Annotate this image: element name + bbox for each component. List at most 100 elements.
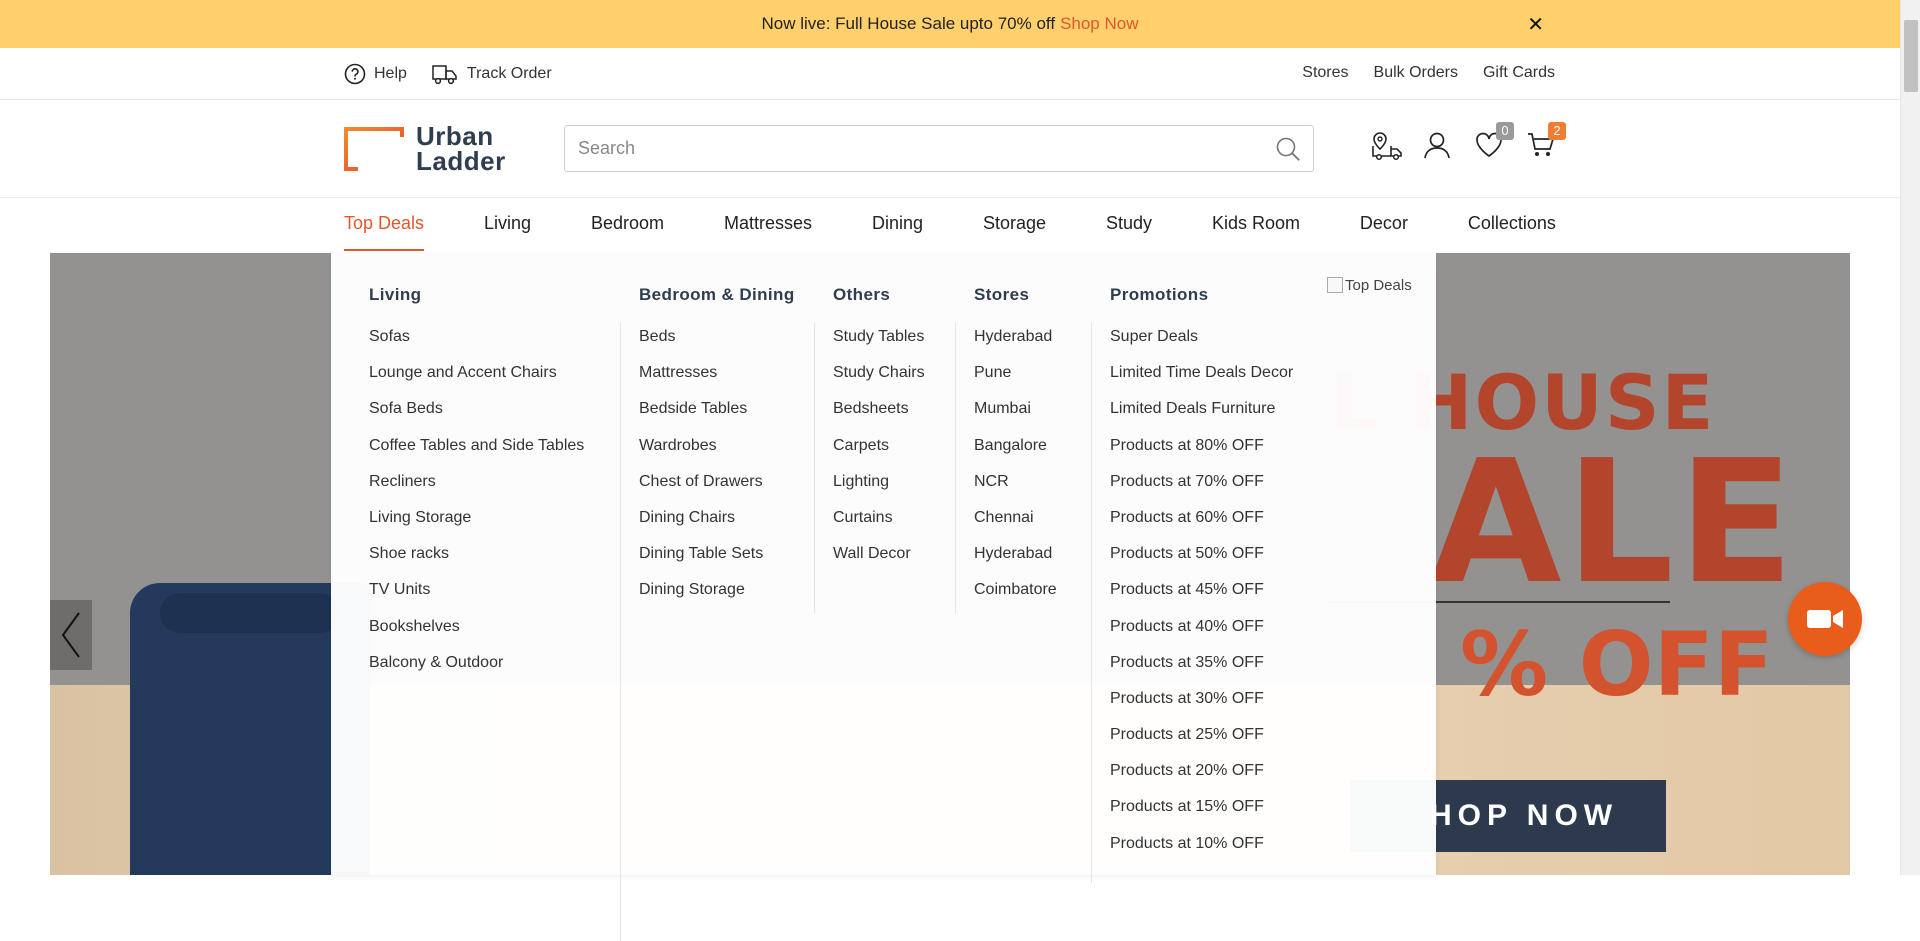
menu-item[interactable]: Living Storage	[369, 500, 584, 536]
wishlist-button[interactable]: 0	[1474, 122, 1514, 162]
menu-item[interactable]: Wall Decor	[833, 536, 925, 572]
search-box	[564, 125, 1314, 172]
search-input[interactable]	[565, 126, 1245, 171]
menu-item[interactable]: Beds	[639, 319, 763, 355]
nav-storage[interactable]: Storage	[983, 198, 1046, 251]
menu-item[interactable]: Limited Deals Furniture	[1110, 391, 1293, 427]
menu-divider	[955, 323, 956, 613]
menu-item[interactable]: Products at 45% OFF	[1110, 572, 1293, 608]
store-locator-button[interactable]	[1370, 130, 1402, 162]
cart-button[interactable]: 2	[1526, 122, 1566, 162]
menu-item[interactable]: Coffee Tables and Side Tables	[369, 428, 584, 464]
menu-item[interactable]: Hyderabad	[974, 319, 1057, 355]
menu-item[interactable]: Carpets	[833, 428, 925, 464]
gift-cards-link[interactable]: Gift Cards	[1483, 64, 1555, 82]
menu-item[interactable]: Super Deals	[1110, 319, 1293, 355]
menu-item[interactable]: Products at 30% OFF	[1110, 681, 1293, 717]
menu-item[interactable]: Bangalore	[974, 428, 1057, 464]
menu-item[interactable]: Products at 15% OFF	[1110, 789, 1293, 825]
help-circle-icon	[344, 63, 366, 85]
menu-heading-bedroom-dining[interactable]: Bedroom & Dining	[639, 285, 795, 305]
menu-item[interactable]: Products at 35% OFF	[1110, 645, 1293, 681]
wishlist-count-badge: 0	[1496, 122, 1514, 140]
menu-item[interactable]: Bookshelves	[369, 609, 584, 645]
nav-decor[interactable]: Decor	[1360, 198, 1408, 251]
help-label: Help	[374, 65, 407, 82]
track-order-link[interactable]: Track Order	[431, 62, 552, 86]
stores-link[interactable]: Stores	[1302, 64, 1348, 82]
menu-item[interactable]: Products at 70% OFF	[1110, 464, 1293, 500]
menu-item[interactable]: Products at 60% OFF	[1110, 500, 1293, 536]
menu-item[interactable]: Pune	[974, 355, 1057, 391]
menu-item[interactable]: Study Chairs	[833, 355, 925, 391]
menu-item[interactable]: Products at 10% OFF	[1110, 826, 1293, 862]
banner-headline-2: ALE	[1430, 424, 1799, 622]
menu-item[interactable]: Products at 80% OFF	[1110, 428, 1293, 464]
menu-item[interactable]: Mattresses	[639, 355, 763, 391]
banner-discount: % OFF	[1460, 613, 1774, 716]
scrollbar-thumb[interactable]	[1904, 20, 1918, 92]
menu-item[interactable]: Bedsheets	[833, 391, 925, 427]
cart-count-badge: 2	[1548, 122, 1566, 140]
menu-item[interactable]: Chest of Drawers	[639, 464, 763, 500]
promo-bar: Now live: Full House Sale upto 70% off S…	[0, 0, 1900, 48]
menu-item[interactable]: Lounge and Accent Chairs	[369, 355, 584, 391]
menu-item[interactable]: Curtains	[833, 500, 925, 536]
menu-item[interactable]: Lighting	[833, 464, 925, 500]
logo-line-2: Ladder	[416, 146, 506, 176]
menu-item[interactable]: Dining Chairs	[639, 500, 763, 536]
menu-item[interactable]: Products at 20% OFF	[1110, 753, 1293, 789]
menu-item[interactable]: Products at 50% OFF	[1110, 536, 1293, 572]
menu-heading-living[interactable]: Living	[369, 285, 421, 305]
carousel-prev-button[interactable]	[50, 600, 92, 670]
menu-item[interactable]: Study Tables	[833, 319, 925, 355]
menu-item[interactable]: NCR	[974, 464, 1057, 500]
help-link[interactable]: Help	[344, 62, 407, 86]
logo-text: Urban Ladder	[416, 123, 506, 176]
menu-heading-promotions[interactable]: Promotions	[1110, 285, 1208, 305]
nav-top-deals[interactable]: Top Deals	[344, 198, 425, 251]
menu-heading-stores[interactable]: Stores	[974, 285, 1029, 305]
menu-item[interactable]: Coimbatore	[974, 572, 1057, 608]
nav-bedroom[interactable]: Bedroom	[591, 198, 664, 251]
banner-sofa-back	[160, 593, 340, 633]
top-deals-image-alt: Top Deals	[1345, 277, 1412, 294]
promo-shop-now-link[interactable]: Shop Now	[1060, 14, 1138, 34]
menu-item[interactable]: Bedside Tables	[639, 391, 763, 427]
menu-item[interactable]: Sofa Beds	[369, 391, 584, 427]
video-camera-icon	[1807, 610, 1843, 628]
menu-item[interactable]: Products at 25% OFF	[1110, 717, 1293, 753]
menu-item[interactable]: Dining Storage	[639, 572, 763, 608]
nav-dining[interactable]: Dining	[872, 198, 923, 251]
urban-ladder-logo[interactable]: Urban Ladder	[344, 123, 506, 176]
menu-heading-others[interactable]: Others	[833, 285, 890, 305]
bulk-orders-link[interactable]: Bulk Orders	[1374, 64, 1458, 82]
top-deals-mega-menu: Living Sofas Lounge and Accent Chairs So…	[331, 253, 1436, 941]
page-scrollbar[interactable]	[1900, 0, 1920, 875]
menu-item[interactable]: Limited Time Deals Decor	[1110, 355, 1293, 391]
menu-item[interactable]: Dining Table Sets	[639, 536, 763, 572]
search-icon[interactable]	[1275, 136, 1301, 162]
menu-divider	[620, 323, 621, 941]
menu-item[interactable]: Wardrobes	[639, 428, 763, 464]
menu-item[interactable]: Hyderabad	[974, 536, 1057, 572]
nav-collections[interactable]: Collections	[1468, 198, 1556, 251]
nav-living[interactable]: Living	[484, 198, 531, 251]
nav-study[interactable]: Study	[1106, 198, 1152, 251]
menu-item[interactable]: Chennai	[974, 500, 1057, 536]
menu-item[interactable]: Products at 40% OFF	[1110, 609, 1293, 645]
menu-item[interactable]: Recliners	[369, 464, 584, 500]
top-deals-image[interactable]: Top Deals	[1327, 277, 1412, 294]
menu-item[interactable]: TV Units	[369, 572, 584, 608]
nav-mattresses[interactable]: Mattresses	[724, 198, 812, 251]
nav-kids-room[interactable]: Kids Room	[1212, 198, 1300, 251]
close-icon[interactable]: ✕	[1527, 12, 1544, 37]
account-button[interactable]	[1422, 130, 1452, 162]
promo-text: Now live: Full House Sale upto 70% off	[761, 14, 1056, 33]
menu-item[interactable]: Sofas	[369, 319, 584, 355]
menu-item[interactable]: Shoe racks	[369, 536, 584, 572]
menu-item[interactable]: Balcony & Outdoor	[369, 645, 584, 681]
menu-item[interactable]: Mumbai	[974, 391, 1057, 427]
video-call-button[interactable]	[1788, 582, 1862, 656]
main-nav: Top Deals Living Bedroom Mattresses Dini…	[0, 198, 1900, 253]
